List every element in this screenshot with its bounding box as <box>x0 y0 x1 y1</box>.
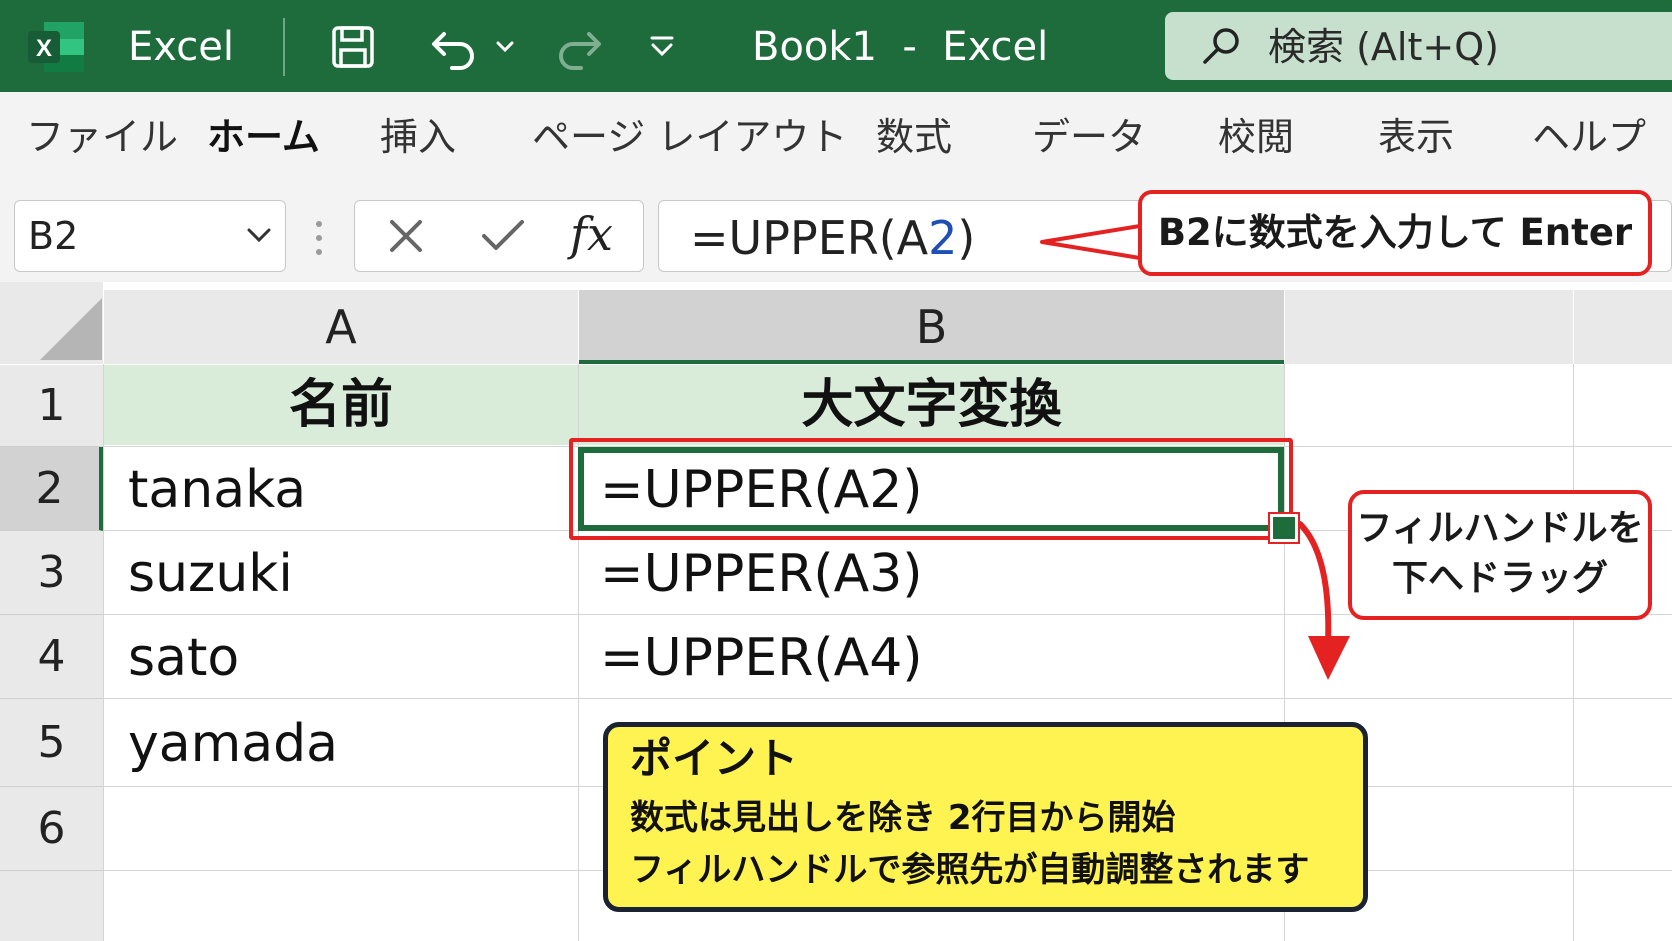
enter-check-icon[interactable] <box>478 214 528 258</box>
formula-prefix: =UPPER(A <box>690 211 929 265</box>
svg-text:X: X <box>36 35 52 62</box>
cell-a3[interactable]: suzuki <box>128 540 293 608</box>
cell-a4[interactable]: sato <box>128 624 239 692</box>
tab-page-layout[interactable]: ページ レイアウト <box>532 114 847 160</box>
document-title: Book1 - Excel <box>752 24 1049 70</box>
grid-line <box>103 698 1672 699</box>
column-label-b[interactable]: B <box>579 296 1284 358</box>
chevron-down-icon[interactable] <box>244 224 274 248</box>
save-icon[interactable] <box>330 24 376 70</box>
column-header-c[interactable] <box>1285 290 1573 364</box>
row-header-7[interactable] <box>0 871 103 941</box>
grid-line <box>103 364 104 941</box>
ribbon-tab-bar: ファイル ホーム 挿入 ページ レイアウト 数式 データ 校閲 表示 ヘルプ <box>0 92 1672 183</box>
tab-data[interactable]: データ <box>1032 114 1146 160</box>
callout-pointer <box>1040 224 1140 260</box>
title-separator <box>283 18 285 76</box>
cell-highlight-callout <box>569 438 1293 540</box>
column-label-a[interactable]: A <box>104 296 578 358</box>
redo-icon[interactable] <box>553 22 603 70</box>
fill-handle-callout-line1: フィルハンドルを <box>1356 508 1644 549</box>
cell-a2[interactable]: tanaka <box>128 456 306 524</box>
cell-a5[interactable]: yamada <box>128 710 338 778</box>
formula-suffix: ) <box>957 211 976 265</box>
customize-qat-icon[interactable] <box>648 32 676 60</box>
name-box-value[interactable]: B2 <box>28 214 78 258</box>
insert-function-button[interactable]: fx <box>570 204 613 264</box>
formula-reference: 2 <box>928 211 958 265</box>
grid-line <box>1573 364 1574 941</box>
cell-b1[interactable]: 大文字変換 <box>579 365 1284 445</box>
fill-handle[interactable] <box>1268 512 1300 544</box>
undo-dropdown-chevron-icon[interactable] <box>495 36 515 56</box>
formula-callout-text: B2に数式を入力して Enter <box>1157 211 1633 254</box>
app-name: Excel <box>128 24 234 70</box>
tab-home[interactable]: ホーム <box>207 114 320 160</box>
cell-b3[interactable]: =UPPER(A3) <box>600 540 923 608</box>
cell-b4[interactable]: =UPPER(A4) <box>600 624 923 692</box>
undo-icon[interactable] <box>430 22 480 70</box>
tab-view[interactable]: 表示 <box>1378 114 1454 160</box>
row-header-1[interactable]: 1 <box>0 365 103 447</box>
tab-review[interactable]: 校閲 <box>1218 114 1294 160</box>
search-placeholder[interactable]: 検索 (Alt+Q) <box>1268 24 1499 70</box>
column-header-d[interactable] <box>1574 290 1672 364</box>
tab-insert[interactable]: 挿入 <box>380 114 456 160</box>
search-icon[interactable] <box>1200 24 1244 68</box>
tab-formulas[interactable]: 数式 <box>876 114 952 160</box>
cancel-icon[interactable] <box>384 214 428 258</box>
row-header-6[interactable]: 6 <box>0 787 103 871</box>
select-all-triangle-icon[interactable] <box>40 298 102 360</box>
formula-text[interactable]: =UPPER(A2) <box>690 210 975 266</box>
formula-bar-resize-handle[interactable] <box>314 218 324 258</box>
tab-file[interactable]: ファイル <box>26 114 178 160</box>
row-header-2[interactable]: 2 <box>0 447 103 531</box>
point-line-2: フィルハンドルで参照先が自動調整されます <box>630 850 1310 890</box>
excel-logo-icon: X <box>28 22 84 72</box>
point-title: ポイント <box>630 734 799 783</box>
row-header-3[interactable]: 3 <box>0 531 103 615</box>
row-header-5[interactable]: 5 <box>0 699 103 787</box>
row-header-4[interactable]: 4 <box>0 615 103 699</box>
fill-handle-callout-line2: 下へドラッグ <box>1391 558 1608 599</box>
point-line-1: 数式は見出しを除き 2行目から開始 <box>630 798 1176 838</box>
cell-a1[interactable]: 名前 <box>104 365 578 445</box>
active-tab-indicator <box>207 76 309 83</box>
tab-help[interactable]: ヘルプ <box>1532 114 1646 160</box>
drag-down-arrow-icon <box>1297 521 1350 680</box>
